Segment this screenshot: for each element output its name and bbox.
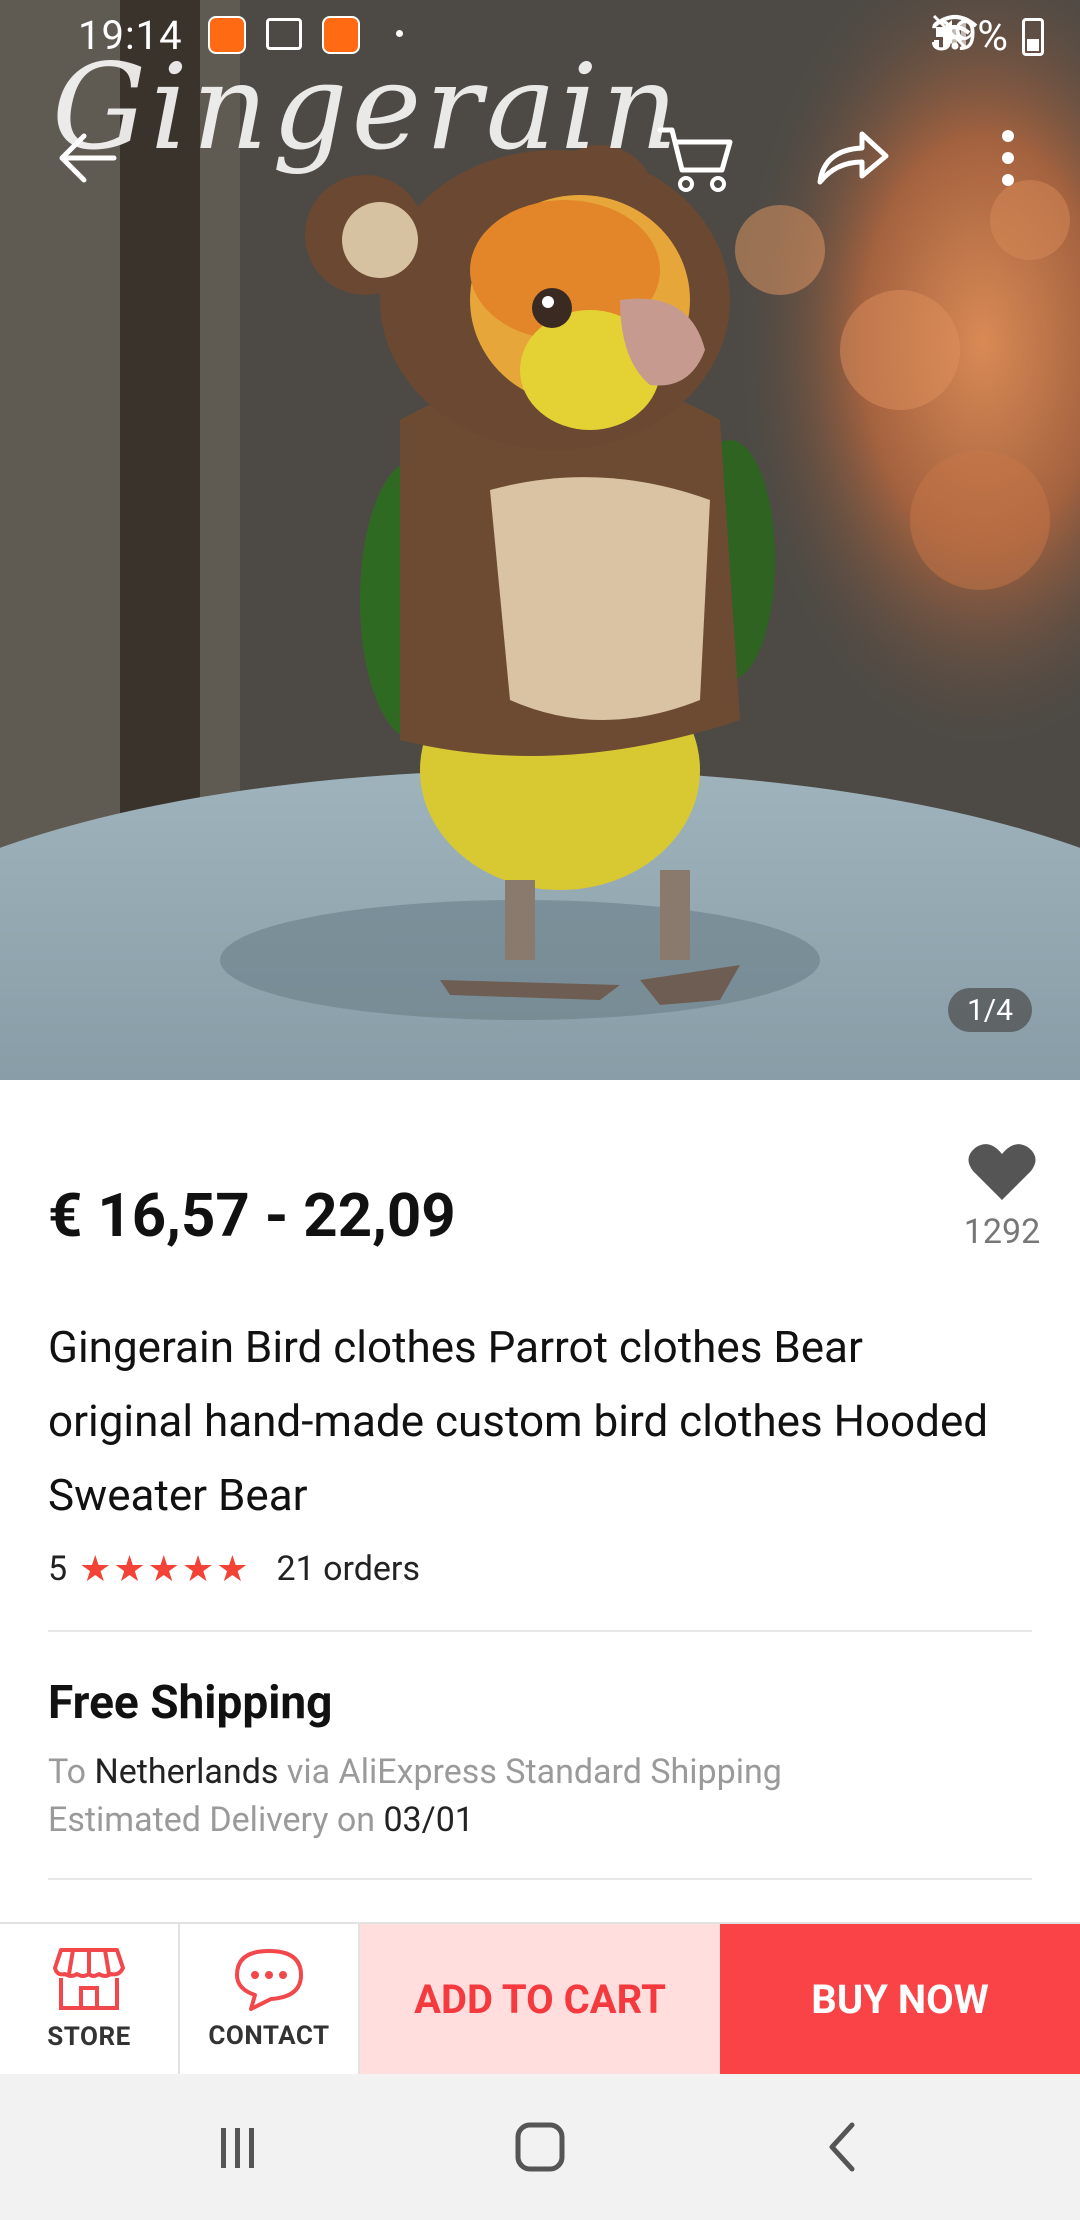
delivery-prefix: Estimated Delivery on xyxy=(48,1800,376,1840)
signal-icon xyxy=(934,18,967,48)
store-label: STORE xyxy=(47,2022,131,2052)
store-button[interactable]: STORE xyxy=(0,1924,180,2074)
heart-icon xyxy=(968,1144,1036,1200)
wishlist-button[interactable]: 1292 xyxy=(950,1140,1054,1252)
back-button[interactable] xyxy=(38,110,134,206)
add-to-cart-button[interactable]: ADD TO CART xyxy=(360,1924,720,2074)
brand-watermark: Gingerain xyxy=(52,38,682,176)
rating-value: 5 xyxy=(48,1549,68,1589)
store-icon xyxy=(53,1948,125,2010)
cart-icon xyxy=(657,127,733,192)
recent-apps-icon xyxy=(221,2128,254,2168)
shipping-to-prefix: To xyxy=(48,1752,87,1792)
buy-now-button[interactable]: BUY NOW xyxy=(720,1924,1080,2074)
chat-icon xyxy=(235,1949,303,2011)
divider xyxy=(48,1878,1032,1880)
battery-icon xyxy=(1022,17,1044,56)
contact-label: CONTACT xyxy=(208,2021,330,2051)
more-vertical-icon xyxy=(1002,130,1014,186)
image-counter: 1/4 xyxy=(948,988,1032,1032)
product-page: 19:14 39% Gingerain 1/4 € 16,57 - 22,09 … xyxy=(0,0,1080,2220)
recent-apps-button[interactable] xyxy=(198,2112,278,2182)
delivery-estimate-line: Estimated Delivery on 03/01 xyxy=(48,1800,474,1840)
shipping-title[interactable]: Free Shipping xyxy=(48,1676,332,1730)
bottom-action-bar: STORE CONTACT ADD TO CART BUY NOW xyxy=(0,1922,1080,2074)
rating-row[interactable]: 5 ★★★★★ 21 orders xyxy=(48,1548,420,1590)
shipping-method: via AliExpress Standard Shipping xyxy=(286,1752,782,1792)
shipping-destination-line[interactable]: To Netherlands via AliExpress Standard S… xyxy=(48,1752,782,1792)
divider xyxy=(48,1630,1032,1632)
system-nav-bar xyxy=(0,2074,1080,2220)
rating-stars: ★★★★★ xyxy=(79,1548,251,1590)
product-price: € 16,57 - 22,09 xyxy=(48,1180,456,1251)
home-button[interactable] xyxy=(500,2112,580,2182)
orders-count: 21 orders xyxy=(276,1549,421,1589)
contact-button[interactable]: CONTACT xyxy=(180,1924,360,2074)
more-notifications-dot-icon xyxy=(396,30,403,37)
status-right: 39% xyxy=(930,12,1044,61)
delivery-date: 03/01 xyxy=(383,1800,474,1840)
more-options-button[interactable] xyxy=(960,110,1056,206)
home-icon xyxy=(515,2122,565,2172)
wishlist-count: 1292 xyxy=(963,1212,1041,1252)
system-back-button[interactable] xyxy=(802,2112,882,2182)
product-image[interactable]: 19:14 39% Gingerain 1/4 xyxy=(0,0,1080,1080)
shipping-destination: Netherlands xyxy=(94,1752,279,1792)
back-arrow-icon xyxy=(59,133,117,183)
chevron-left-icon xyxy=(829,2122,855,2172)
share-button[interactable] xyxy=(804,110,900,206)
cart-button[interactable] xyxy=(648,110,744,206)
share-icon xyxy=(817,131,889,185)
product-title: Gingerain Bird clothes Parrot clothes Be… xyxy=(48,1321,989,1521)
